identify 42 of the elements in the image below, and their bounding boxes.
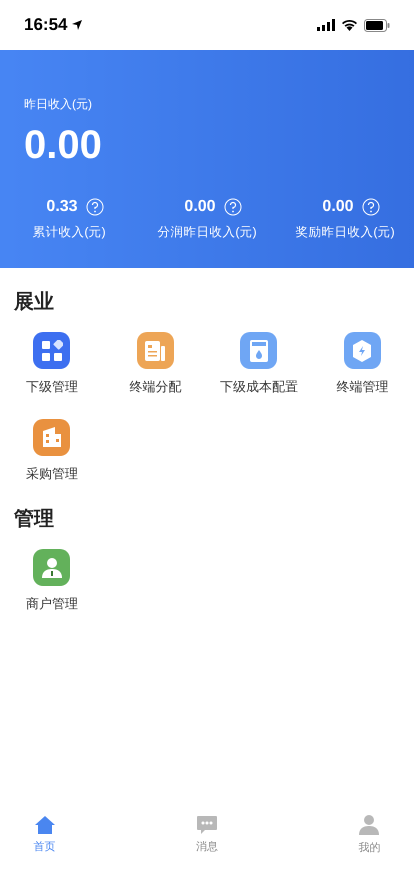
meter-icon	[248, 338, 270, 362]
menu-item[interactable]: 终端管理	[310, 332, 414, 396]
chat-icon	[196, 814, 218, 835]
menu-label: 下级成本配置	[220, 378, 298, 396]
location-arrow-icon	[71, 19, 84, 31]
person-icon	[40, 556, 64, 578]
income-amount: 0.00	[24, 125, 103, 165]
stat-label: 分润昨日收入(元)	[157, 224, 257, 241]
status-time: 16:54	[24, 14, 68, 36]
stat-value: 0.00	[322, 197, 354, 217]
grid-icon	[40, 340, 63, 362]
hexagon-icon	[351, 338, 374, 362]
signal-icon	[317, 19, 335, 31]
menu-label: 商户管理	[26, 595, 78, 613]
menu-label: 终端分配	[129, 378, 182, 396]
menu-item[interactable]: 采购管理	[0, 418, 104, 483]
stat-value: 0.00	[184, 197, 216, 217]
home-icon	[34, 814, 56, 835]
section-title: 展业	[12, 292, 55, 312]
help-icon[interactable]	[362, 198, 380, 216]
menu-item[interactable]: 商户管理	[0, 549, 104, 614]
building-icon	[40, 426, 63, 448]
stat-label: 累计收入(元)	[32, 224, 106, 241]
menu-label: 终端管理	[336, 378, 388, 396]
menu-label: 下级管理	[26, 378, 78, 396]
user-icon	[358, 814, 380, 836]
menu-label: 采购管理	[26, 464, 78, 482]
menu-item[interactable]: 下级管理	[0, 332, 104, 396]
stat-value: 0.33	[46, 197, 78, 217]
section-title: 管理	[13, 509, 55, 529]
tab-item[interactable]: 消息	[143, 810, 271, 860]
menu-item[interactable]: 下级成本配置	[207, 332, 310, 396]
tab-item[interactable]: 首页	[0, 810, 144, 860]
battery-icon	[364, 18, 390, 32]
tab-item[interactable]: 我的	[340, 810, 398, 860]
menu-item[interactable]: 终端分配	[104, 332, 207, 396]
stat-label: 奖励昨日收入(元)	[295, 224, 395, 241]
income-label: 昨日收入(元)	[24, 96, 93, 113]
wifi-icon	[341, 19, 358, 31]
help-icon[interactable]	[224, 198, 242, 216]
document-icon	[144, 340, 166, 362]
help-icon[interactable]	[86, 198, 104, 216]
